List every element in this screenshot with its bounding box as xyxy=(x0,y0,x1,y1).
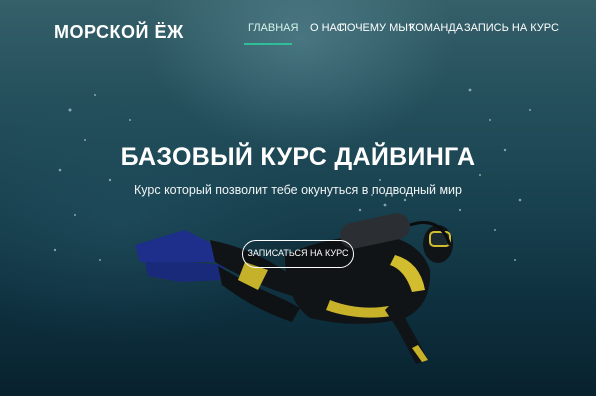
site-logo[interactable]: МОРСКОЙ ЁЖ xyxy=(54,22,184,43)
nav-item-team[interactable]: КОМАНДА xyxy=(409,22,463,34)
hero-subtitle: Курс который позволит тебе окунуться в п… xyxy=(134,183,462,197)
page-edge-right xyxy=(596,0,600,400)
hero-section: МОРСКОЙ ЁЖ ГЛАВНАЯ О НАС ПОЧЕМУ МЫ? КОМА… xyxy=(0,0,596,396)
hero-title: БАЗОВЫЙ КУРС ДАЙВИНГА xyxy=(120,143,476,171)
enroll-course-button[interactable]: ЗАПИСАТЬСЯ НА КУРС xyxy=(242,240,354,268)
diver-illustration xyxy=(135,213,453,364)
page-edge-bottom xyxy=(0,396,600,400)
nav-item-enroll[interactable]: ЗАПИСЬ НА КУРС xyxy=(464,22,559,34)
active-nav-indicator xyxy=(244,43,292,45)
nav-item-home[interactable]: ГЛАВНАЯ xyxy=(248,22,298,34)
nav-item-why-us[interactable]: ПОЧЕМУ МЫ? xyxy=(339,22,414,34)
